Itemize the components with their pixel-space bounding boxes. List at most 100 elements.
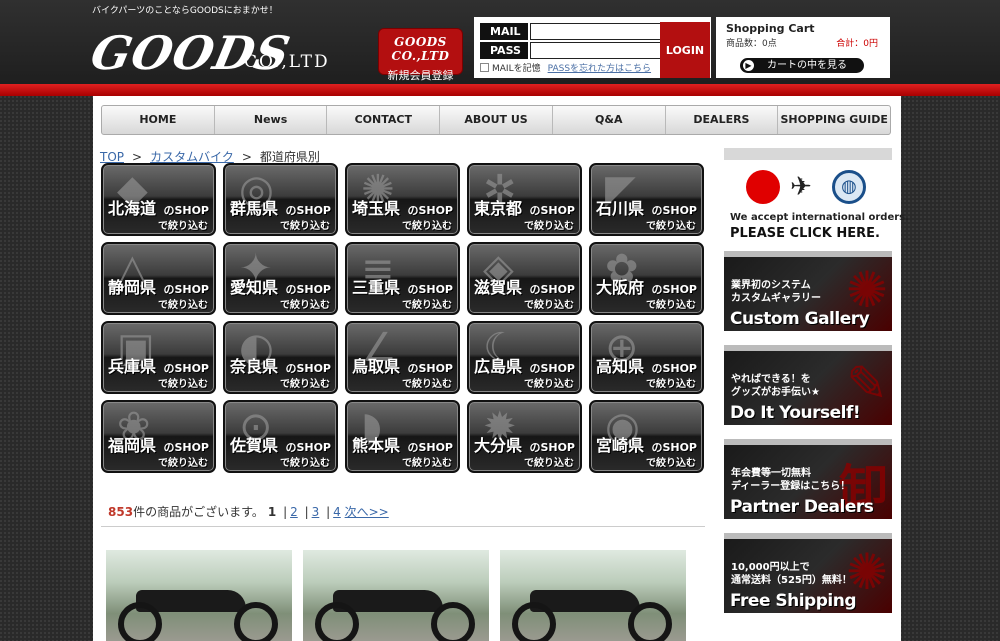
nav-about-us[interactable]: ABOUT US (440, 106, 553, 134)
prefecture-tile[interactable]: ◗ 熊本県 のSHOP で絞り込む (345, 400, 460, 473)
view-cart-button[interactable]: ▶ カートの中を見る (740, 58, 864, 73)
prefecture-shop-label: のSHOP (651, 362, 697, 375)
prefecture-tile[interactable]: ◐ 奈良県 のSHOP で絞り込む (223, 321, 338, 394)
international-orders-banner[interactable]: ✈ ◍ We accept international orders. PLEA… (724, 148, 909, 243)
mail-input[interactable] (530, 23, 661, 40)
prefecture-filter-label: で絞り込む (280, 458, 330, 469)
shopping-cart: Shopping Cart 商品数：0点 合計：0円 ▶ カートの中を見る (716, 17, 890, 78)
prefecture-filter-label: で絞り込む (280, 221, 330, 232)
wheel (315, 602, 359, 641)
prefecture-tile[interactable]: ✲ 東京都 のSHOP で絞り込む (467, 163, 582, 236)
pagination-page-3[interactable]: 3 (312, 505, 320, 519)
prefecture-name: 石川県 (596, 199, 645, 218)
prefecture-tile[interactable]: ⊙ 佐賀県 のSHOP で絞り込む (223, 400, 338, 473)
arrow-right-icon: ▶ (743, 60, 754, 71)
product-thumbnail[interactable] (500, 550, 686, 641)
globe-icon: ◍ (832, 170, 866, 204)
remember-checkbox[interactable] (480, 63, 489, 72)
nav-home[interactable]: HOME (102, 106, 215, 134)
prefecture-tile[interactable]: △ 静岡県 のSHOP で絞り込む (101, 242, 216, 315)
intl-line2: PLEASE CLICK HERE. (730, 226, 880, 241)
prefecture-shop-label: のSHOP (163, 283, 209, 296)
product-thumbnail[interactable] (106, 550, 292, 641)
nav-shopping-guide[interactable]: SHOPPING GUIDE (778, 106, 890, 134)
view-cart-label: カートの中を見る (767, 60, 847, 71)
prefecture-name: 静岡県 (108, 278, 157, 297)
prefecture-tile[interactable]: ∠ 鳥取県 のSHOP で絞り込む (345, 321, 460, 394)
prefecture-filter-label: で絞り込む (158, 221, 208, 232)
diy-banner[interactable]: ✎ やればできる！を グッズがお手伝い★ Do It Yourself! (724, 345, 892, 425)
partner-dealers-banner[interactable]: 卸 年会費等一切無料 ディーラー登録はこちら！ Partner Dealers (724, 439, 892, 519)
register-logo: GOODS CO.,LTD (391, 35, 450, 63)
prefecture-filter-label: で絞り込む (402, 458, 452, 469)
prefecture-shop-label: のSHOP (529, 441, 575, 454)
prefecture-tile[interactable]: ✦ 愛知県 のSHOP で絞り込む (223, 242, 338, 315)
banner-jp: 10,000円以上で 通常送料（525円）無料！ (731, 562, 852, 586)
prefecture-name: 兵庫県 (108, 357, 157, 376)
wheel (234, 602, 278, 641)
prefecture-tile[interactable]: ✹ 大分県 のSHOP で絞り込む (467, 400, 582, 473)
prefecture-filter-label: で絞り込む (402, 300, 452, 311)
prefecture-filter-label: で絞り込む (524, 300, 574, 311)
prefecture-filter-label: で絞り込む (158, 458, 208, 469)
nav-contact[interactable]: CONTACT (327, 106, 441, 134)
prefecture-name: 佐賀県 (230, 436, 279, 455)
custom-gallery-banner[interactable]: ✺ 業界初のシステム カスタムギャラリー Custom Gallery (724, 251, 892, 331)
prefecture-tile[interactable]: ✺ 埼玉県 のSHOP で絞り込む (345, 163, 460, 236)
prefecture-filter-label: で絞り込む (646, 379, 696, 390)
japan-flag-icon (746, 170, 780, 204)
nav-dealers[interactable]: DEALERS (666, 106, 779, 134)
prefecture-shop-label: のSHOP (407, 283, 453, 296)
prefecture-name: 宮崎県 (596, 436, 645, 455)
wheel (512, 602, 556, 641)
breadcrumb-current: 都道府県別 (259, 150, 320, 164)
prefecture-tile[interactable]: ◤ 石川県 のSHOP で絞り込む (589, 163, 704, 236)
login-button[interactable]: LOGIN (660, 22, 710, 78)
prefecture-filter-label: で絞り込む (402, 379, 452, 390)
prefecture-name: 奈良県 (230, 357, 279, 376)
mail-label: MAIL (480, 23, 528, 40)
pagination-next[interactable]: 次へ>> (345, 505, 389, 519)
site-logo[interactable]: GOODS CO.,LTD (86, 22, 332, 84)
site-header: バイクパーツのことならGOODSにおまかせ！ GOODS CO.,LTD GOO… (0, 0, 1000, 88)
prefecture-tile[interactable]: ❀ 福岡県 のSHOP で絞り込む (101, 400, 216, 473)
prefecture-tile[interactable]: ◈ 滋賀県 のSHOP で絞り込む (467, 242, 582, 315)
prefecture-filter-label: で絞り込む (524, 379, 574, 390)
divider (101, 526, 705, 527)
nav-news[interactable]: News (215, 106, 328, 134)
breadcrumb-top[interactable]: TOP (100, 150, 124, 164)
breadcrumb-separator: > (241, 150, 252, 164)
prefecture-shop-label: のSHOP (529, 204, 575, 217)
airplane-icon: ✈ (790, 172, 812, 202)
prefecture-filter-label: で絞り込む (524, 221, 574, 232)
pass-input[interactable] (530, 42, 661, 59)
cart-total: 合計：0円 (836, 39, 878, 49)
wheel (118, 602, 162, 641)
main-content: HOME News CONTACT ABOUT US Q&A DEALERS S… (93, 96, 909, 641)
prefecture-tile[interactable]: ◆ 北海道 のSHOP で絞り込む (101, 163, 216, 236)
breadcrumb-custom-bike[interactable]: カスタムバイク (150, 150, 234, 164)
prefecture-tile[interactable]: ⊕ 高知県 のSHOP で絞り込む (589, 321, 704, 394)
prefecture-name: 鳥取県 (352, 357, 401, 376)
prefecture-filter-label: で絞り込む (646, 221, 696, 232)
prefecture-shop-label: のSHOP (285, 362, 331, 375)
prefecture-tile[interactable]: ◉ 宮崎県 のSHOP で絞り込む (589, 400, 704, 473)
product-thumbnail[interactable] (303, 550, 489, 641)
remember-label: MAILを記憶 (492, 64, 541, 74)
login-panel: MAIL PASS LOGIN MAILを記憶 PASSを忘れた方はこちら (474, 17, 711, 78)
prefecture-name: 大分県 (474, 436, 523, 455)
prefecture-tile[interactable]: ☾ 広島県 のSHOP で絞り込む (467, 321, 582, 394)
nav-qa[interactable]: Q&A (553, 106, 666, 134)
prefecture-tile[interactable]: ✿ 大阪府 のSHOP で絞り込む (589, 242, 704, 315)
intl-line1: We accept international orders. (730, 212, 909, 223)
prefecture-tile[interactable]: ▣ 兵庫県 のSHOP で絞り込む (101, 321, 216, 394)
free-shipping-banner[interactable]: ✺ 10,000円以上で 通常送料（525円）無料！ Free Shipping (724, 533, 892, 613)
pagination-page-2[interactable]: 2 (290, 505, 298, 519)
prefecture-tile[interactable]: ◎ 群馬県 のSHOP で絞り込む (223, 163, 338, 236)
prefecture-tile[interactable]: ≡ 三重県 のSHOP で絞り込む (345, 242, 460, 315)
prefecture-name: 北海道 (108, 199, 157, 218)
register-button[interactable]: GOODS CO.,LTD 新規会員登録 (378, 28, 463, 82)
pagination-page-4[interactable]: 4 (333, 505, 341, 519)
prefecture-shop-label: のSHOP (163, 204, 209, 217)
forgot-password-link[interactable]: PASSを忘れた方はこちら (548, 61, 651, 74)
